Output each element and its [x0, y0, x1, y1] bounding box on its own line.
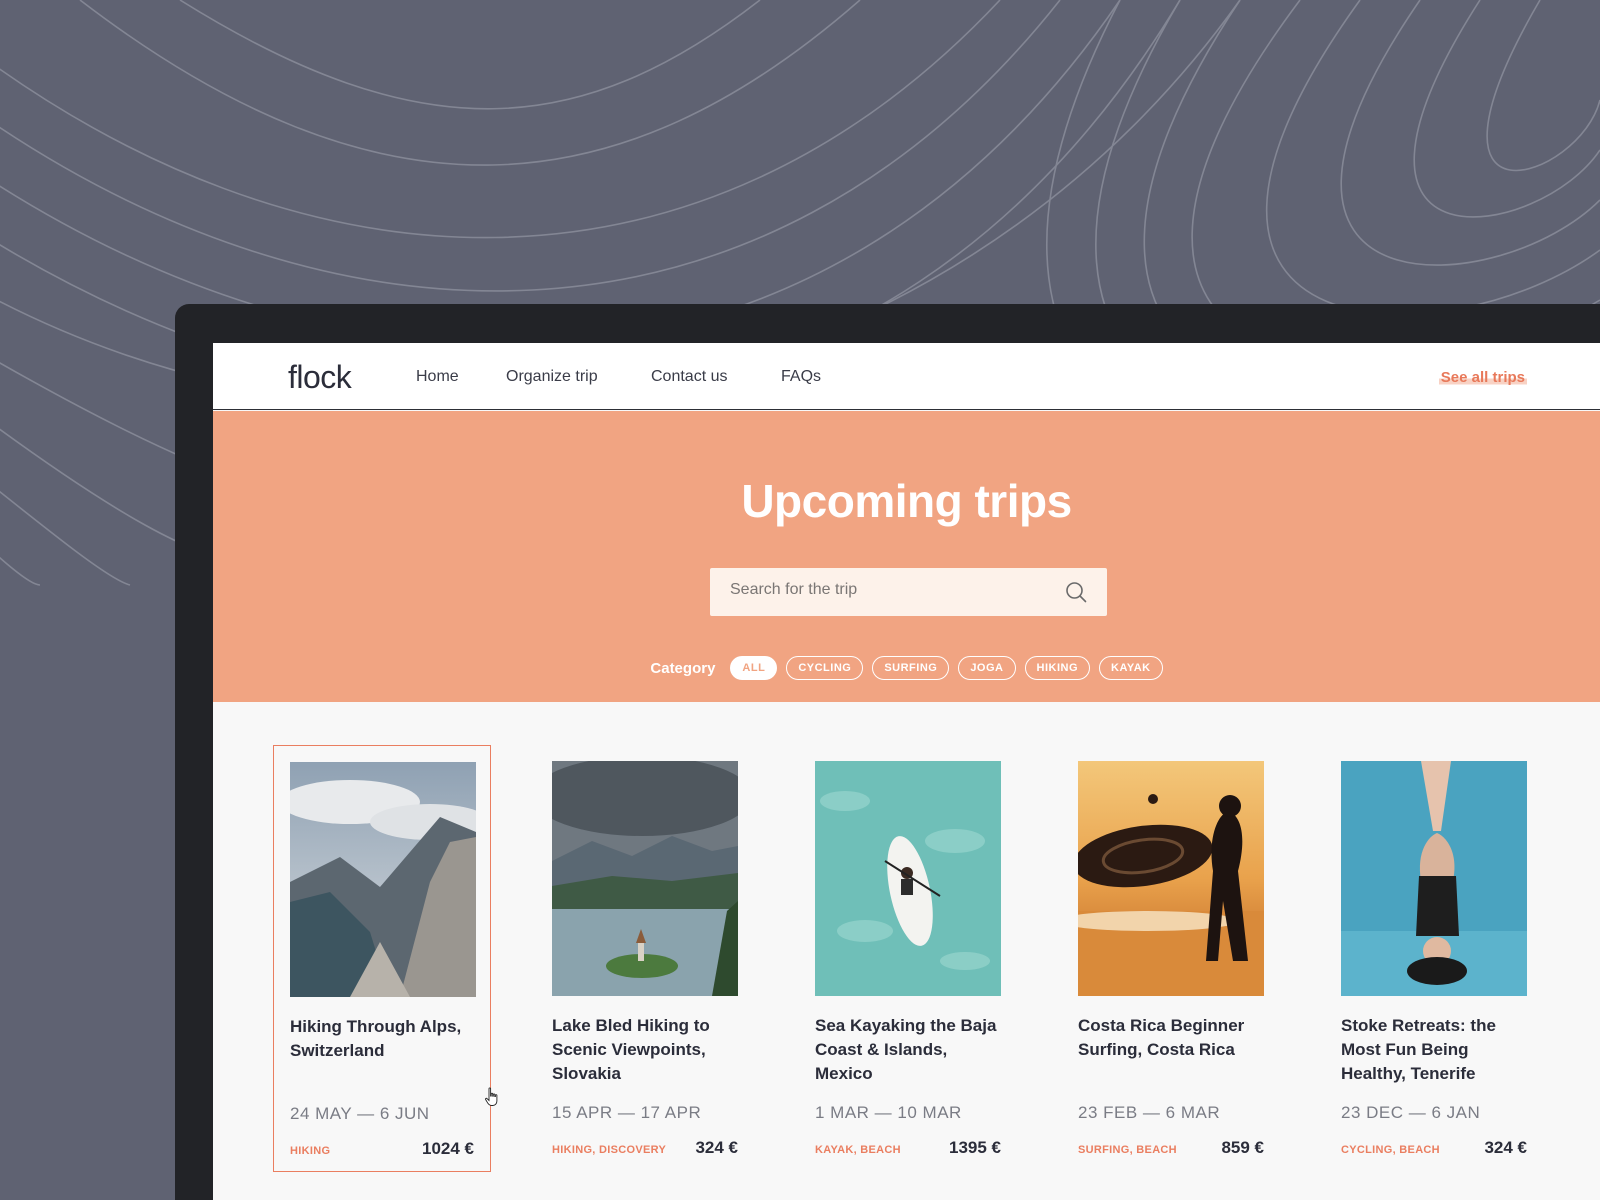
category-filter: Category ALL CYCLING SURFING JOGA HIKING…	[213, 656, 1600, 680]
category-chip-joga[interactable]: JOGA	[958, 656, 1016, 680]
hero-section: Upcoming trips Category ALL CYCLING SURF…	[213, 411, 1600, 702]
trip-title[interactable]: Sea Kayaking the Baja Coast & Islands, M…	[815, 1014, 1009, 1086]
trip-card[interactable]: Stoke Retreats: the Most Fun Being Healt…	[1325, 745, 1543, 1172]
category-chip-kayak[interactable]: KAYAK	[1099, 656, 1163, 680]
trip-tags: CYCLING, BEACH	[1341, 1144, 1440, 1156]
trip-image-lake-bled[interactable]	[552, 761, 738, 996]
search-icon[interactable]	[1065, 581, 1087, 603]
trip-card[interactable]: Sea Kayaking the Baja Coast & Islands, M…	[799, 745, 1017, 1172]
trip-image-retreat[interactable]	[1341, 761, 1527, 996]
page-title: Upcoming trips	[741, 475, 1072, 527]
trip-image-alps[interactable]	[290, 762, 476, 997]
trip-tags: SURFING, BEACH	[1078, 1144, 1177, 1156]
trip-tags: HIKING	[290, 1145, 331, 1157]
top-navigation: flock Home Organize trip Contact us FAQs…	[213, 343, 1600, 410]
hand-cursor-icon	[485, 1087, 498, 1106]
trip-dates: 1 MAR — 10 MAR	[815, 1103, 962, 1122]
trip-price: 1395 €	[949, 1138, 1001, 1157]
category-label: Category	[650, 659, 716, 677]
trip-card[interactable]: Hiking Through Alps, Switzerland 24 MAY …	[273, 745, 491, 1172]
category-chip-surfing[interactable]: SURFING	[872, 656, 950, 680]
trip-dates: 23 DEC — 6 JAN	[1341, 1103, 1481, 1122]
trip-title[interactable]: Costa Rica Beginner Surfing, Costa Rica	[1078, 1014, 1272, 1062]
category-chip-cycling[interactable]: CYCLING	[786, 656, 864, 680]
trip-image-kayak[interactable]	[815, 761, 1001, 996]
search-input[interactable]	[730, 581, 1050, 599]
trip-title[interactable]: Hiking Through Alps, Switzerland	[290, 1015, 484, 1063]
trip-tags: KAYAK, BEACH	[815, 1144, 901, 1156]
trip-price: 1024 €	[422, 1139, 474, 1158]
trip-dates: 15 APR — 17 APR	[552, 1103, 702, 1122]
nav-link-organize-trip[interactable]: Organize trip	[506, 368, 598, 386]
trip-dates: 24 MAY — 6 JUN	[290, 1104, 430, 1123]
search-box	[710, 568, 1107, 616]
trip-tags: HIKING, DISCOVERY	[552, 1144, 667, 1156]
nav-link-contact-us[interactable]: Contact us	[651, 368, 727, 386]
trip-title[interactable]: Stoke Retreats: the Most Fun Being Healt…	[1341, 1014, 1535, 1086]
trip-image-surfing[interactable]	[1078, 761, 1264, 996]
nav-link-home[interactable]: Home	[416, 368, 459, 386]
trip-price: 859 €	[1221, 1138, 1264, 1157]
logo[interactable]: flock	[288, 359, 352, 396]
trip-price: 324 €	[695, 1138, 738, 1157]
nav-link-faqs[interactable]: FAQs	[781, 368, 821, 386]
category-chip-all[interactable]: ALL	[730, 656, 778, 680]
trip-title[interactable]: Lake Bled Hiking to Scenic Viewpoints, S…	[552, 1014, 746, 1086]
trip-price: 324 €	[1484, 1138, 1527, 1157]
trip-card[interactable]: Lake Bled Hiking to Scenic Viewpoints, S…	[536, 745, 754, 1172]
browser-screen: flock Home Organize trip Contact us FAQs…	[213, 343, 1600, 1200]
trip-card[interactable]: Costa Rica Beginner Surfing, Costa Rica …	[1062, 745, 1280, 1172]
trip-dates: 23 FEB — 6 MAR	[1078, 1103, 1221, 1122]
see-all-trips-link[interactable]: See all trips	[1438, 369, 1527, 386]
category-chip-hiking[interactable]: HIKING	[1024, 656, 1090, 680]
